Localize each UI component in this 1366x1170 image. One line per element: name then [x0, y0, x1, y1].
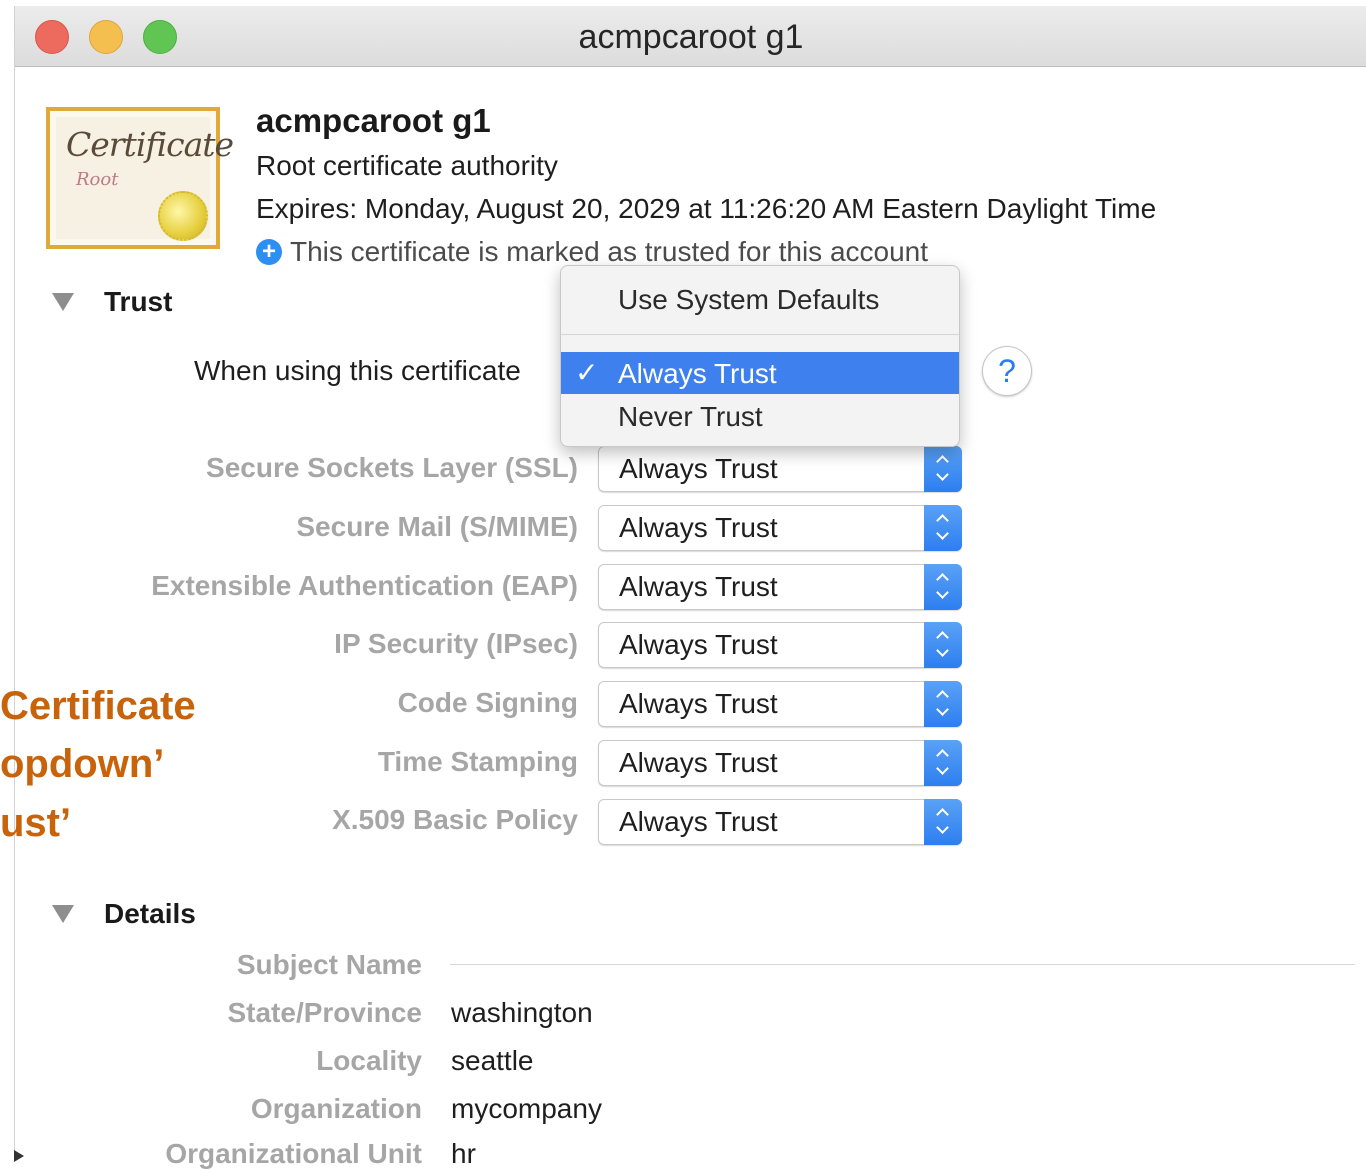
certificate-name: acmpcaroot g1	[256, 102, 491, 139]
trust-section-title: Trust	[104, 286, 173, 317]
detail-label-org-unit: Organizational Unit	[165, 1138, 422, 1169]
divider	[450, 964, 1355, 965]
disclosure-triangle-icon	[52, 905, 74, 923]
up-down-chevron-icon	[924, 505, 962, 551]
up-down-chevron-icon	[924, 681, 962, 727]
menu-item-use-system-defaults[interactable]: Use System Defaults	[561, 278, 959, 320]
when-using-label: When using this certificate	[194, 355, 521, 386]
policy-select-value: Always Trust	[619, 688, 778, 719]
subject-name-heading: Subject Name	[236, 949, 422, 980]
menu-item-always-trust[interactable]: ✓ Always Trust	[561, 352, 959, 394]
policy-select-value: Always Trust	[619, 747, 778, 778]
policy-select-smime[interactable]: Always Trust	[598, 505, 962, 551]
details-section-toggle[interactable]: Details	[52, 898, 196, 930]
checkmark-icon: ✓	[575, 357, 599, 388]
menu-separator	[561, 334, 959, 335]
menu-item-label: Use System Defaults	[618, 284, 880, 315]
certificate-icon: Certificate Root	[46, 107, 234, 249]
certificate-icon-root: Root	[76, 169, 119, 190]
up-down-chevron-icon	[924, 799, 962, 845]
seal-icon	[158, 191, 208, 241]
detail-value-organization: mycompany	[451, 1093, 602, 1124]
detail-value-locality: seattle	[451, 1045, 534, 1076]
certificate-kind: Root certificate authority	[256, 150, 558, 181]
certificate-expiry: Expires: Monday, August 20, 2029 at 11:2…	[256, 193, 1157, 224]
up-down-chevron-icon	[924, 564, 962, 610]
policy-select-value: Always Trust	[619, 806, 778, 837]
detail-label-locality: Locality	[316, 1045, 422, 1076]
trust-section-toggle[interactable]: Trust	[52, 286, 172, 318]
resize-arrow-icon	[14, 1150, 24, 1162]
policy-select-x509[interactable]: Always Trust	[598, 799, 962, 845]
policy-label-ipsec: IP Security (IPsec)	[334, 628, 578, 659]
detail-value-org-unit: hr	[451, 1138, 476, 1169]
policy-label-code-signing: Code Signing	[397, 687, 578, 718]
policy-label-ssl: Secure Sockets Layer (SSL)	[206, 452, 578, 483]
policy-select-time-stamping[interactable]: Always Trust	[598, 740, 962, 786]
window-title: acmpcaroot g1	[578, 18, 804, 56]
policy-select-value: Always Trust	[619, 453, 778, 484]
annotation-text: opdown’	[0, 742, 165, 786]
up-down-chevron-icon	[924, 622, 962, 668]
plus-circle-icon: +	[256, 239, 282, 265]
policy-select-code-signing[interactable]: Always Trust	[598, 681, 962, 727]
policy-label-eap: Extensible Authentication (EAP)	[151, 570, 578, 601]
policy-select-eap[interactable]: Always Trust	[598, 564, 962, 610]
up-down-chevron-icon	[924, 740, 962, 786]
help-button[interactable]: ?	[982, 346, 1032, 396]
policy-select-value: Always Trust	[619, 571, 778, 602]
policy-label-smime: Secure Mail (S/MIME)	[296, 511, 578, 542]
policy-label-time-stamping: Time Stamping	[377, 746, 578, 777]
policy-select-ssl[interactable]: Always Trust	[598, 446, 962, 492]
policy-select-value: Always Trust	[619, 512, 778, 543]
menu-item-label: Never Trust	[618, 401, 763, 432]
trust-status-text: This certificate is marked as trusted fo…	[290, 236, 929, 267]
detail-value-state: washington	[451, 997, 593, 1028]
title-bar: acmpcaroot g1	[15, 6, 1366, 67]
up-down-chevron-icon	[924, 446, 962, 492]
detail-label-organization: Organization	[250, 1093, 422, 1124]
disclosure-triangle-icon	[52, 293, 74, 311]
certificate-icon-word: Certificate	[66, 125, 234, 164]
policy-label-x509: X.509 Basic Policy	[332, 804, 578, 835]
annotation-text: ust’	[0, 801, 72, 845]
trust-status: + This certificate is marked as trusted …	[256, 236, 928, 268]
policy-select-ipsec[interactable]: Always Trust	[598, 622, 962, 668]
menu-item-label: Always Trust	[618, 358, 777, 389]
trust-dropdown-menu: Use System Defaults ✓ Always Trust Never…	[560, 265, 960, 447]
policy-select-value: Always Trust	[619, 629, 778, 660]
detail-label-state: State/Province	[227, 997, 422, 1028]
menu-item-never-trust[interactable]: Never Trust	[561, 395, 959, 437]
details-section-title: Details	[104, 898, 196, 929]
annotation-text: Certificate	[0, 684, 196, 728]
